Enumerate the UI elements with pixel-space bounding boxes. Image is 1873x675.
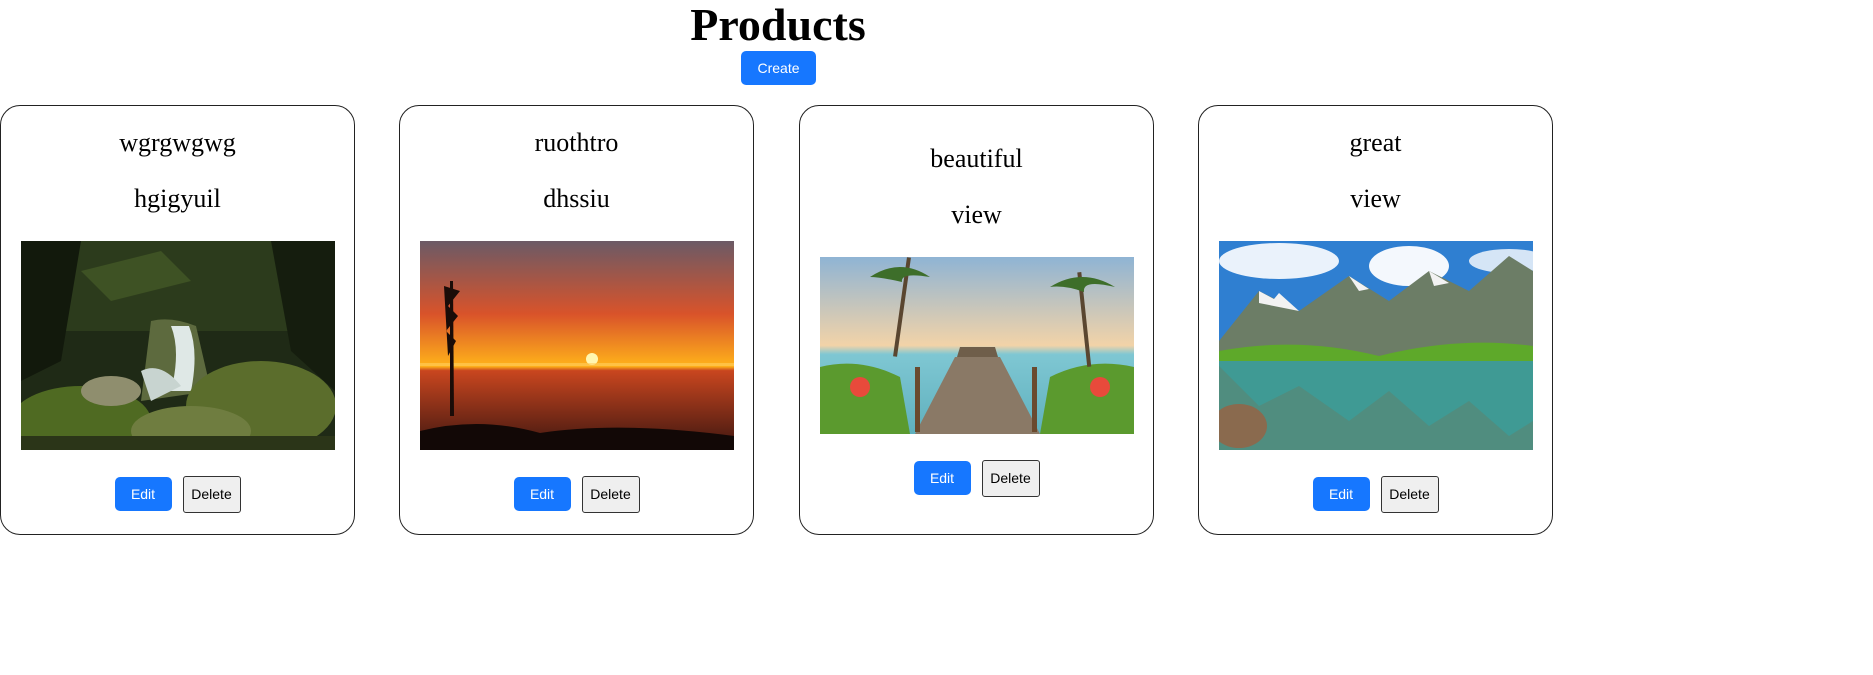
card-actions: Edit Delete bbox=[1312, 475, 1439, 513]
create-button[interactable]: Create bbox=[741, 51, 816, 85]
delete-button[interactable]: Delete bbox=[1380, 475, 1439, 513]
product-card: beautiful view Edit Delete bbox=[799, 105, 1154, 535]
delete-button[interactable]: Delete bbox=[182, 475, 241, 513]
edit-button[interactable]: Edit bbox=[114, 477, 172, 511]
product-image bbox=[819, 256, 1134, 434]
product-image bbox=[20, 240, 335, 450]
product-title: great bbox=[1349, 127, 1402, 157]
product-description: dhssiu bbox=[543, 183, 610, 213]
card-actions: Edit Delete bbox=[913, 459, 1040, 497]
card-actions: Edit Delete bbox=[114, 475, 241, 513]
page-title: Products bbox=[690, 0, 866, 50]
product-card: great view Edit Delete bbox=[1198, 105, 1553, 535]
product-description: view bbox=[1350, 183, 1401, 213]
edit-button[interactable]: Edit bbox=[1312, 477, 1370, 511]
product-description: view bbox=[951, 199, 1002, 229]
card-actions: Edit Delete bbox=[513, 475, 640, 513]
product-title: ruothtro bbox=[534, 127, 619, 157]
delete-button[interactable]: Delete bbox=[981, 459, 1040, 497]
product-title: beautiful bbox=[930, 143, 1023, 173]
product-card: wgrgwgwg hgigyuil Edit Delete bbox=[0, 105, 355, 535]
product-image bbox=[1218, 240, 1533, 450]
edit-button[interactable]: Edit bbox=[913, 461, 971, 495]
delete-button[interactable]: Delete bbox=[581, 475, 640, 513]
product-title: wgrgwgwg bbox=[119, 127, 236, 157]
product-image bbox=[419, 240, 734, 450]
product-card: ruothtro dhssiu Edit Delete bbox=[399, 105, 754, 535]
edit-button[interactable]: Edit bbox=[513, 477, 571, 511]
product-description: hgigyuil bbox=[134, 183, 221, 213]
